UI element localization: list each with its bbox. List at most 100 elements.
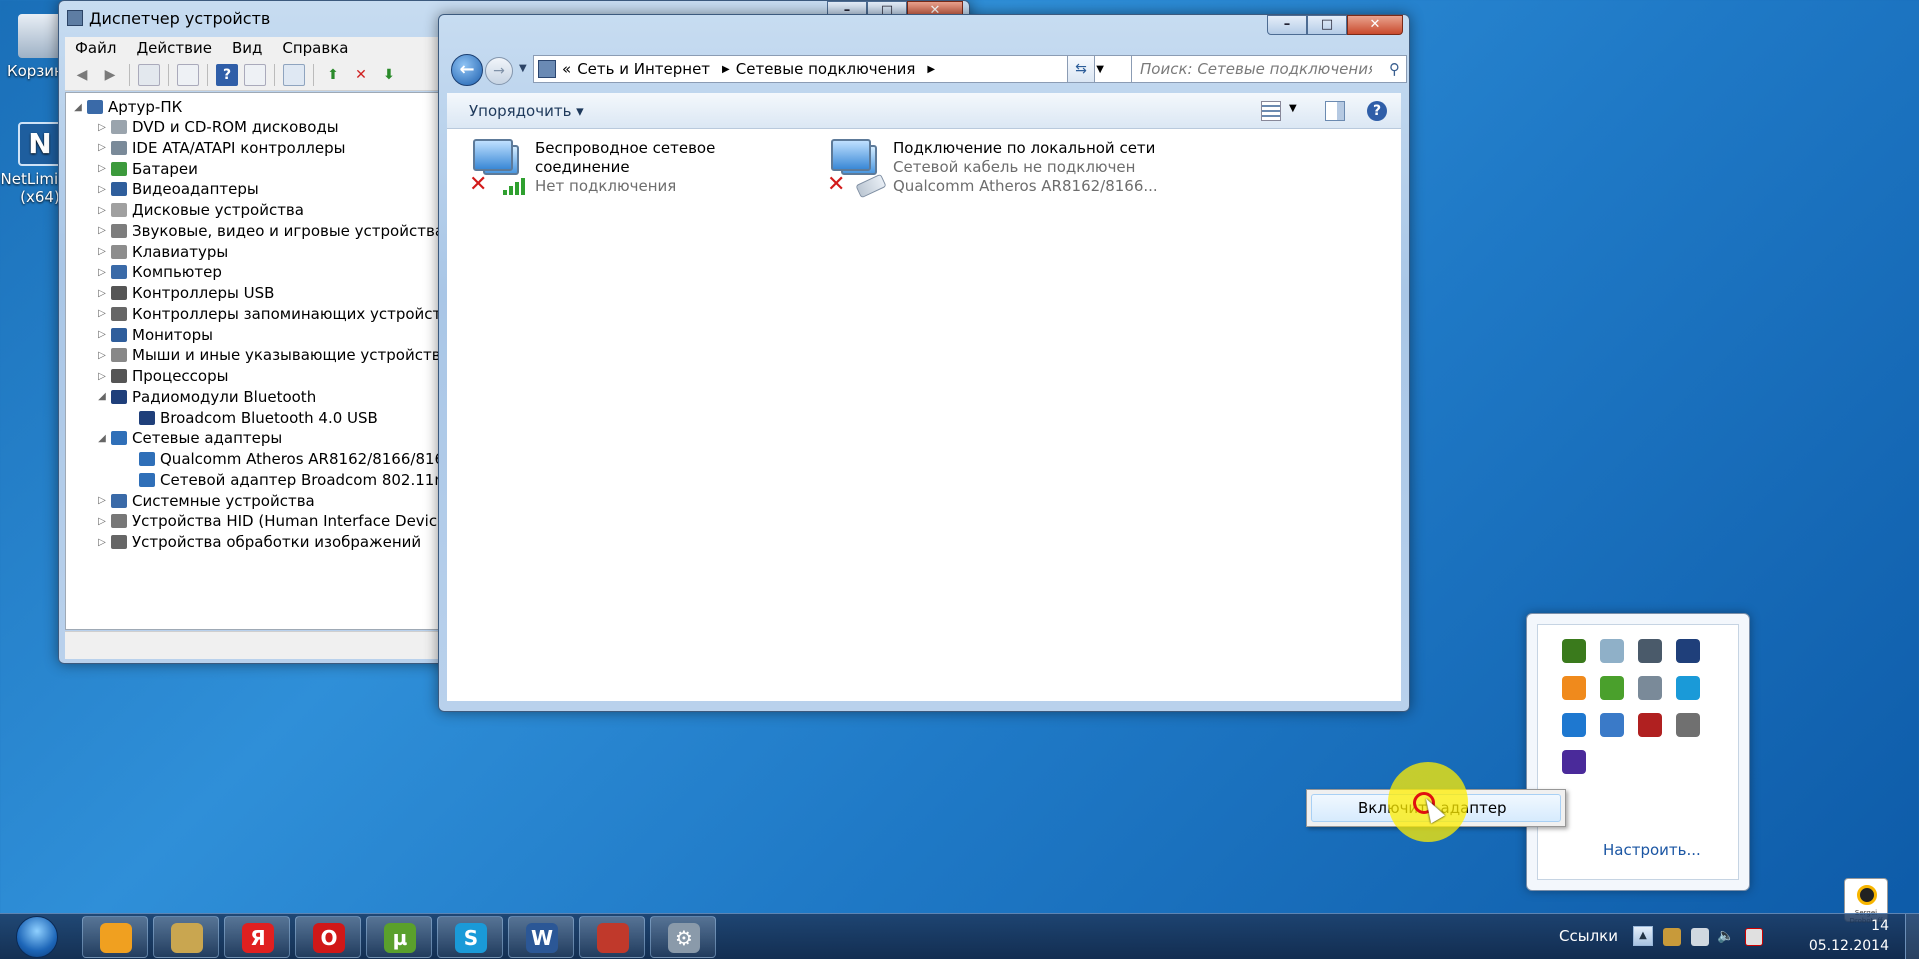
back-button[interactable]: ←	[451, 54, 483, 86]
maximize-button[interactable]: □	[1307, 15, 1347, 35]
links-toolbar[interactable]: Ссылки	[1559, 927, 1618, 945]
tree-root[interactable]: ◢ Артур-ПК	[72, 97, 182, 117]
tree-category[interactable]: ▷ Устройства HID (Human Interface Devices…	[96, 511, 460, 531]
show-hide-console-tree-icon[interactable]	[138, 63, 160, 86]
organize-button[interactable]: Упорядочить ▾	[469, 102, 584, 120]
tree-category[interactable]: ◢ Радиомодули Bluetooth	[96, 387, 316, 407]
display-icon[interactable]	[1638, 639, 1662, 663]
breadcrumb-separator-icon[interactable]: ▶	[927, 64, 935, 75]
show-desktop-button[interactable]	[1905, 914, 1919, 959]
breadcrumb-network-internet[interactable]: Сеть и Интернет	[577, 60, 710, 78]
expand-icon[interactable]: ▷	[96, 246, 108, 257]
collapse-icon[interactable]: ◢	[96, 391, 108, 402]
dolby-icon[interactable]	[1676, 639, 1700, 663]
tree-category[interactable]: ▷ Устройства обработки изображений	[96, 532, 421, 552]
network-titlebar[interactable]: – □ ✕	[439, 15, 1409, 51]
taskbar-app-button[interactable]: W	[508, 916, 574, 958]
taskbar-app-button[interactable]: S	[437, 916, 503, 958]
properties-icon[interactable]	[177, 63, 199, 86]
start-button[interactable]	[6, 914, 68, 959]
tree-category[interactable]: ▷ Мыши и иные указывающие устройства	[96, 345, 450, 365]
expand-icon[interactable]: ▷	[96, 308, 108, 319]
search-input[interactable]	[1132, 56, 1372, 82]
expand-icon[interactable]: ▷	[96, 184, 108, 195]
tree-category[interactable]: ▷ Процессоры	[96, 366, 228, 386]
bluetooth-icon[interactable]	[1676, 713, 1700, 737]
purple-app-icon[interactable]	[1562, 750, 1586, 774]
tree-device[interactable]: Сетевой адаптер Broadcom 802.11n	[124, 470, 444, 490]
expand-icon[interactable]: ▷	[96, 537, 108, 548]
breadcrumb-prefix[interactable]: «	[562, 60, 571, 78]
expand-icon[interactable]: ▷	[96, 267, 108, 278]
view-dropdown-icon[interactable]: ▼	[1289, 103, 1301, 123]
customize-link[interactable]: Настроить...	[1603, 841, 1701, 859]
connection-lan[interactable]: ✕ Подключение по локальной сети Сетевой …	[827, 139, 1158, 199]
update-driver-icon[interactable]: ⬆	[322, 64, 344, 86]
volume-icon[interactable]: 🔈	[1717, 928, 1735, 946]
expand-icon[interactable]: ▷	[96, 329, 108, 340]
tree-category[interactable]: ▷ IDE ATA/ATAPI контроллеры	[96, 138, 345, 158]
taskbar-app-button[interactable]: µ	[366, 916, 432, 958]
search-icon[interactable]: ⚲	[1389, 60, 1400, 78]
expand-icon[interactable]: ▷	[96, 371, 108, 382]
uninstall-device-icon[interactable]: ✕	[350, 64, 372, 86]
utorrent-icon[interactable]	[1600, 676, 1624, 700]
expand-icon[interactable]: ▷	[96, 163, 108, 174]
network-tray-icon[interactable]	[1600, 713, 1624, 737]
taskbar-app-button[interactable]	[579, 916, 645, 958]
preview-pane-icon[interactable]	[1325, 101, 1345, 121]
help-icon[interactable]: ?	[216, 63, 238, 86]
tools-icon[interactable]	[1638, 676, 1662, 700]
tree-category[interactable]: ▷ Видеоадаптеры	[96, 179, 259, 199]
refresh-button[interactable]: ⇆	[1067, 55, 1095, 83]
film-icon[interactable]	[1638, 713, 1662, 737]
tree-category[interactable]: ◢ Сетевые адаптеры	[96, 428, 282, 448]
expand-icon[interactable]: ▷	[96, 142, 108, 153]
clock[interactable]: 14 05.12.2014	[1809, 916, 1889, 956]
collapse-icon[interactable]: ◢	[72, 102, 84, 113]
enable-device-icon[interactable]: ⬇	[378, 64, 400, 86]
taskbar-app-button[interactable]: ⚙	[650, 916, 716, 958]
minimize-button[interactable]: –	[1267, 15, 1307, 35]
tree-category[interactable]: ▷ Системные устройства	[96, 491, 315, 511]
expand-icon[interactable]: ▷	[96, 495, 108, 506]
safely-remove-icon[interactable]	[1600, 639, 1624, 663]
ie-icon[interactable]	[1562, 713, 1586, 737]
tree-category[interactable]: ▷ DVD и CD-ROM дисководы	[96, 117, 338, 137]
tree-category[interactable]: ▷ Мониторы	[96, 325, 213, 345]
action-center-flag-icon[interactable]	[1745, 928, 1763, 946]
tree-category[interactable]: ▷ Дисковые устройства	[96, 200, 304, 220]
recent-pages-dropdown-icon[interactable]: ▼	[519, 63, 527, 74]
collapse-icon[interactable]: ◢	[96, 433, 108, 444]
menu-file[interactable]: Файл	[65, 37, 126, 59]
tree-category[interactable]: ▷ Клавиатуры	[96, 242, 228, 262]
action-pane-icon[interactable]	[244, 63, 266, 86]
menu-view[interactable]: Вид	[222, 37, 272, 59]
back-arrow-icon[interactable]: ◀	[71, 64, 93, 86]
tree-category[interactable]: ▷ Компьютер	[96, 262, 222, 282]
taskbar-app-button[interactable]: O	[295, 916, 361, 958]
expand-icon[interactable]: ▷	[96, 122, 108, 133]
address-bar[interactable]: « Сеть и Интернет ▶ Сетевые подключения …	[533, 55, 1133, 83]
expand-icon[interactable]: ▷	[96, 288, 108, 299]
help-icon[interactable]: ?	[1367, 101, 1387, 121]
nvidia-icon[interactable]	[1562, 639, 1586, 663]
tree-category[interactable]: ▷ Контроллеры USB	[96, 283, 274, 303]
expand-icon[interactable]: ▷	[96, 225, 108, 236]
taskbar-app-button[interactable]	[82, 916, 148, 958]
expand-icon[interactable]: ▷	[96, 205, 108, 216]
show-hidden-icons-button[interactable]: ▲	[1633, 926, 1653, 946]
breadcrumb-separator-icon[interactable]: ▶	[722, 64, 730, 75]
tree-device[interactable]: Broadcom Bluetooth 4.0 USB	[124, 408, 378, 428]
skype-tray-icon[interactable]	[1676, 676, 1700, 700]
menu-action[interactable]: Действие	[126, 37, 222, 59]
close-button[interactable]: ✕	[1347, 15, 1403, 35]
orange-app-icon[interactable]	[1562, 676, 1586, 700]
menu-help[interactable]: Справка	[272, 37, 358, 59]
expand-icon[interactable]: ▷	[96, 350, 108, 361]
change-view-icon[interactable]	[1261, 101, 1281, 121]
taskbar-app-button[interactable]	[153, 916, 219, 958]
breadcrumb-network-connections[interactable]: Сетевые подключения	[736, 60, 916, 78]
expand-icon[interactable]: ▷	[96, 516, 108, 527]
connection-wireless[interactable]: ✕ Беспроводное сетевое соединение Нет по…	[469, 139, 715, 196]
